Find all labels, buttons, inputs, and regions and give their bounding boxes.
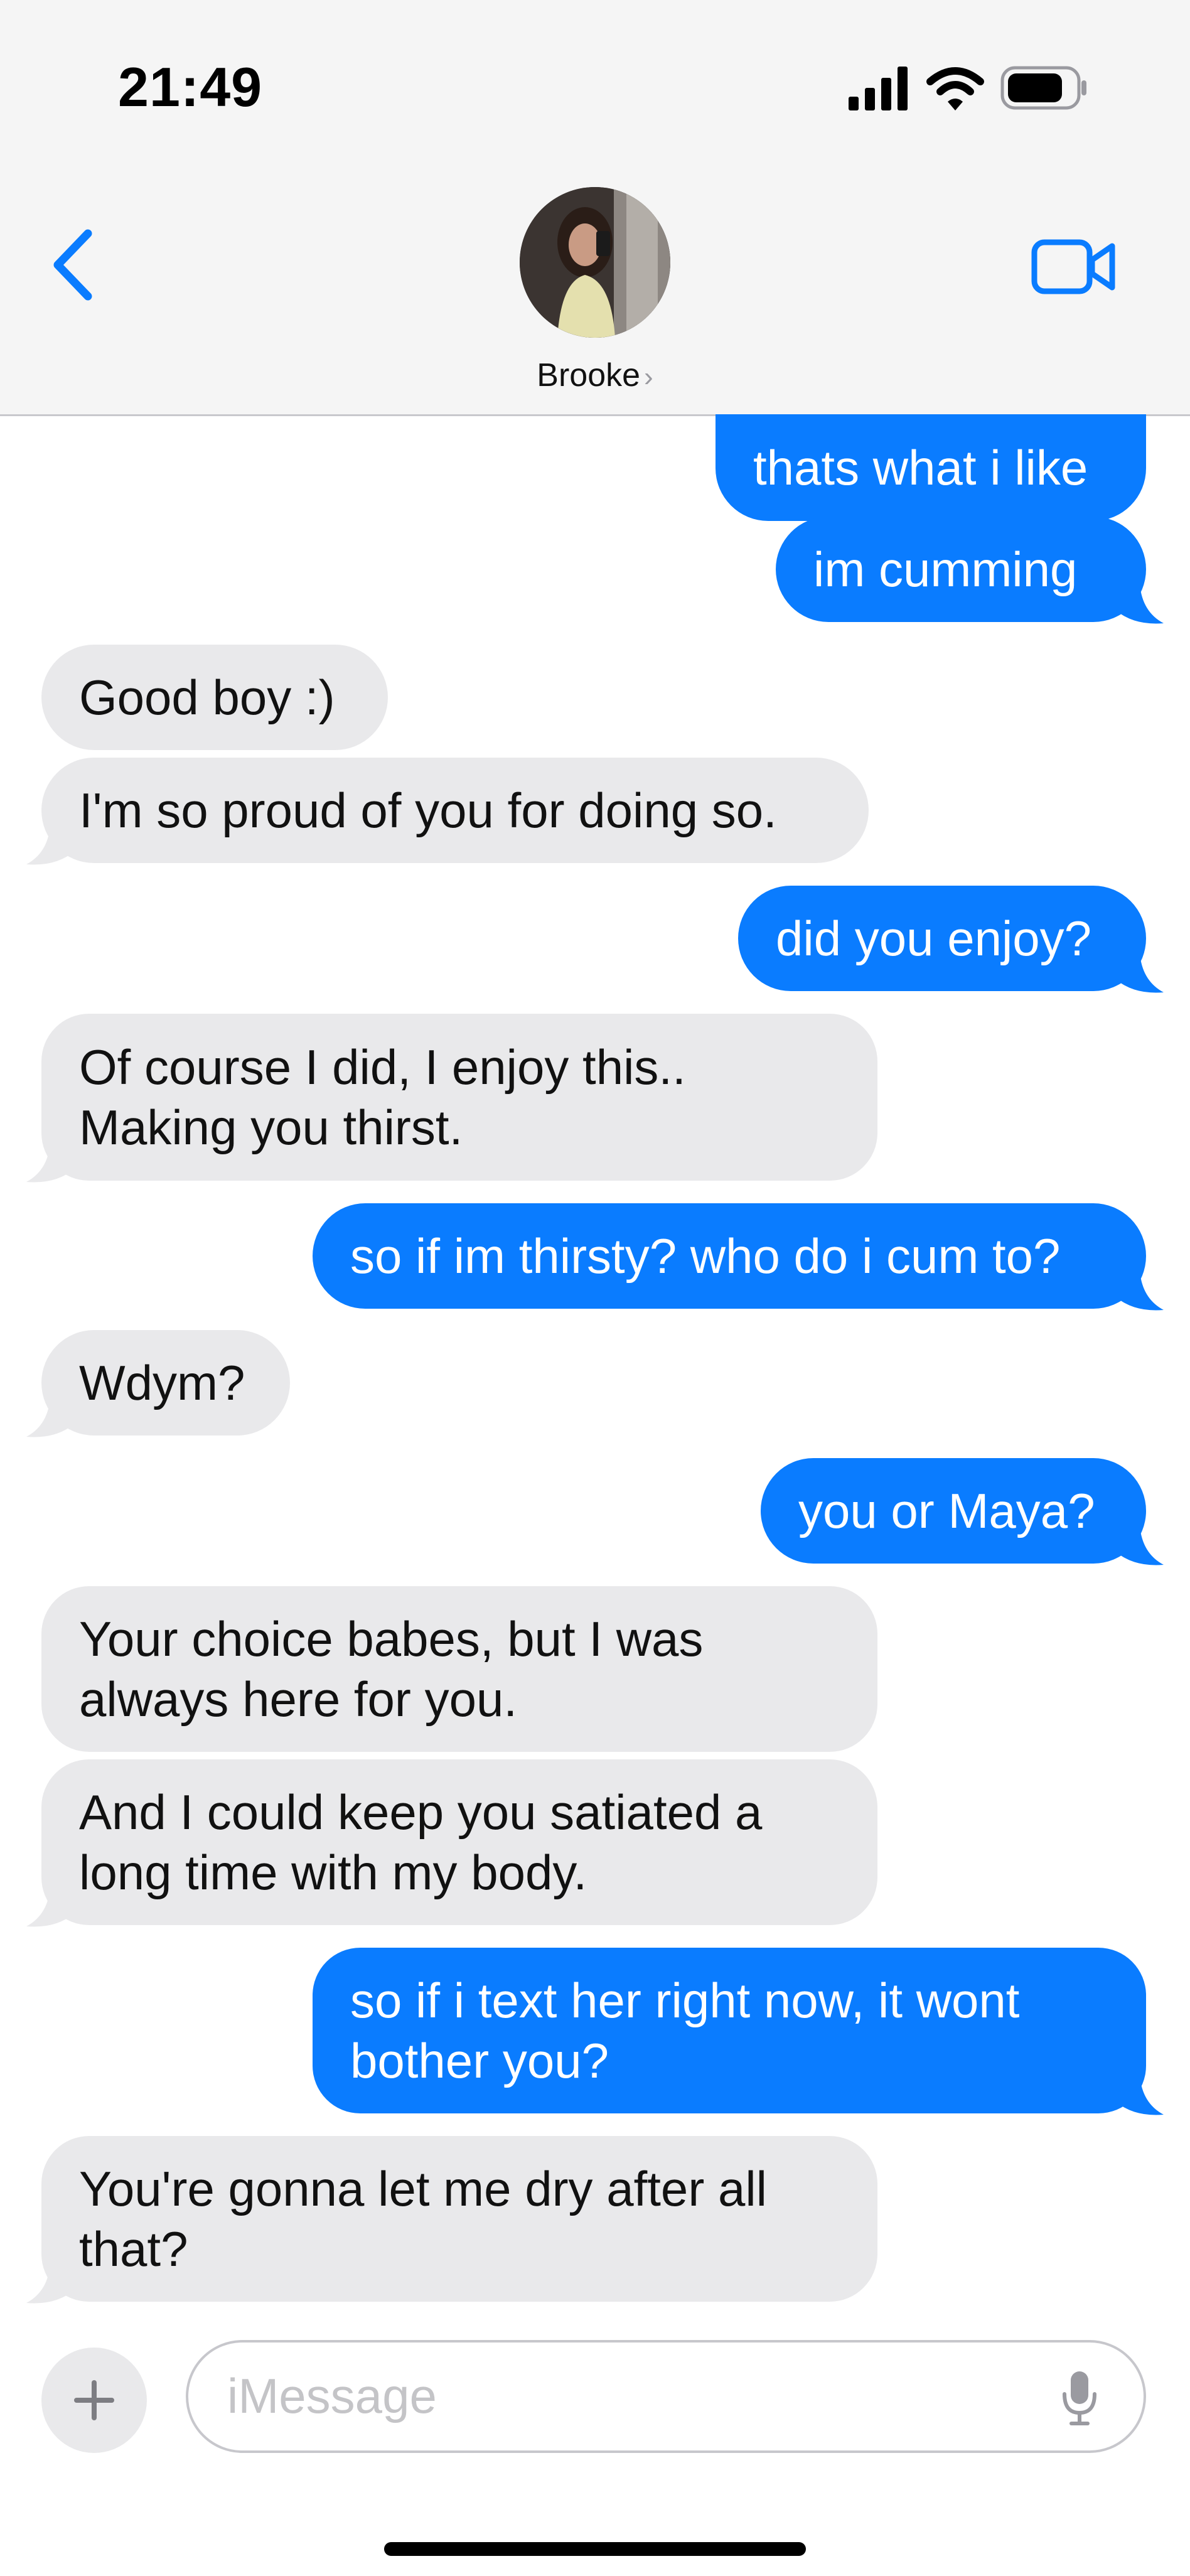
bubble-tail — [26, 1143, 75, 1183]
home-indicator — [384, 2542, 806, 2556]
plus-button[interactable] — [41, 2348, 147, 2453]
bubble-tail — [1115, 2076, 1164, 2115]
message-input[interactable]: iMessage — [186, 2340, 1146, 2453]
message-text: I'm so proud of you for doing so. — [79, 783, 777, 838]
message-text: And I could keep you satiated a long tim… — [79, 1784, 763, 1900]
message-bubble-incoming[interactable]: Wdym? — [41, 1330, 290, 1436]
message-bubble-outgoing[interactable]: you or Maya? — [761, 1458, 1146, 1564]
chevron-right-icon: › — [644, 362, 653, 392]
message-bubble-incoming[interactable]: You're gonna let me dry after all that? — [41, 2136, 877, 2302]
contact-name: Brooke — [537, 357, 641, 394]
bubble-tail — [1115, 584, 1164, 624]
message-text: Good boy :) — [79, 670, 335, 725]
message-bubble-incoming[interactable]: Your choice babes, but I was always here… — [41, 1586, 877, 1752]
video-camera-icon[interactable] — [1029, 232, 1117, 301]
message-bubble-incoming[interactable]: Of course I did, I enjoy this.. Making y… — [41, 1014, 877, 1181]
message-bubble-incoming[interactable]: Good boy :) — [41, 645, 388, 750]
avatar-photo — [520, 187, 670, 338]
bubble-tail — [26, 825, 75, 865]
bubble-tail — [1115, 1271, 1164, 1311]
message-input-placeholder: iMessage — [227, 2368, 437, 2423]
contact-name-button[interactable]: Brooke › — [0, 357, 1190, 394]
bubble-tail — [1115, 953, 1164, 993]
message-text: Your choice babes, but I was always here… — [79, 1611, 704, 1727]
conversation-header: 21:49 Brooke › — [0, 0, 1190, 416]
status-time: 21:49 — [118, 56, 263, 118]
message-bubble-incoming[interactable]: I'm so proud of you for doing so. — [41, 758, 869, 863]
bubble-tail — [26, 1887, 75, 1927]
message-bubble-outgoing[interactable]: so if im thirsty? who do i cum to? — [313, 1203, 1146, 1309]
bubble-tail — [26, 2264, 75, 2304]
avatar[interactable] — [520, 187, 670, 338]
battery-icon — [1000, 66, 1086, 110]
message-text: thats what i like — [753, 440, 1088, 495]
message-thread[interactable]: thats what i like im cumming Good boy :)… — [0, 414, 1190, 2312]
message-bubble-incoming[interactable]: And I could keep you satiated a long tim… — [41, 1759, 877, 1925]
message-text: did you enjoy? — [776, 911, 1092, 966]
message-text: so if im thirsty? who do i cum to? — [350, 1228, 1061, 1284]
microphone-icon[interactable] — [1059, 2369, 1100, 2429]
chevron-left-icon[interactable] — [44, 227, 107, 303]
message-bubble-outgoing[interactable]: im cumming — [776, 517, 1146, 622]
bubble-tail — [26, 1398, 75, 1437]
signal-icon — [849, 67, 908, 110]
message-bubble-outgoing[interactable]: thats what i like — [716, 414, 1146, 521]
message-text: so if i text her right now, it wont both… — [350, 1973, 1020, 2088]
message-text: you or Maya? — [798, 1483, 1095, 1538]
message-text: Of course I did, I enjoy this.. Making y… — [79, 1039, 686, 1155]
composer-bar: iMessage — [0, 2316, 1190, 2576]
message-text: Wdym? — [79, 1355, 245, 1410]
bubble-tail — [1115, 1526, 1164, 1565]
message-bubble-outgoing[interactable]: did you enjoy? — [738, 886, 1146, 991]
wifi-icon — [926, 67, 984, 110]
message-text: im cumming — [813, 542, 1078, 597]
message-text: You're gonna let me dry after all that? — [79, 2161, 767, 2277]
message-bubble-outgoing[interactable]: so if i text her right now, it wont both… — [313, 1948, 1146, 2113]
